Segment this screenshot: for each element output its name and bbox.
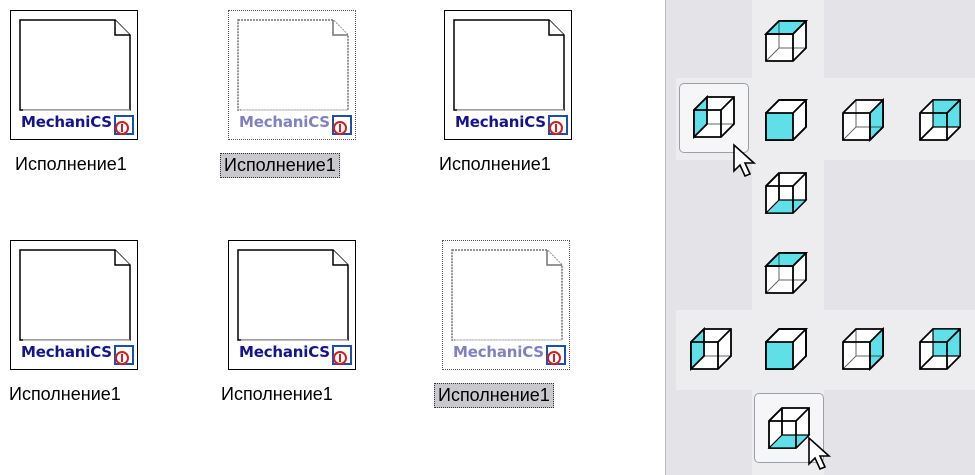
file-icon-frame: MechaniCS	[444, 10, 572, 140]
document-icon	[453, 19, 565, 111]
file-icon-frame: MechaniCS	[228, 240, 356, 370]
mechanics-logo-icon	[546, 345, 566, 365]
document-icon	[237, 249, 349, 341]
view-left-cube-icon	[693, 94, 735, 140]
file-tile[interactable]: MechaniCS Исполнение1	[10, 10, 180, 174]
view-front-cube-icon[interactable]	[763, 326, 809, 372]
view-left-cube-icon[interactable]	[688, 326, 734, 372]
file-icon-frame: MechaniCS	[10, 10, 138, 140]
brand-logo-text: MechaniCS	[453, 343, 544, 361]
brand-logo-text: MechaniCS	[21, 343, 112, 361]
brand-logo-text: MechaniCS	[455, 113, 546, 131]
file-caption: Исполнение1	[221, 384, 333, 404]
view-bottom-cube-icon[interactable]	[763, 170, 809, 216]
view-cube-panel	[666, 0, 975, 475]
view-top-cube-icon[interactable]	[763, 250, 809, 296]
brand-logo-text: MechaniCS	[239, 343, 330, 361]
mouse-cursor-icon	[808, 436, 832, 471]
file-tile[interactable]: MechaniCS Исполнение1	[221, 240, 398, 404]
document-icon	[451, 249, 563, 341]
mechanics-logo-icon	[332, 115, 352, 135]
view-top-cube-icon[interactable]	[763, 18, 809, 64]
mechanics-logo-icon	[114, 345, 134, 365]
view-right-cube-icon[interactable]	[840, 326, 886, 372]
document-icon	[19, 19, 131, 111]
file-icon-frame-selected: MechaniCS	[228, 10, 356, 140]
document-icon	[19, 249, 131, 341]
file-tile[interactable]: MechaniCS Исполнение1	[439, 10, 614, 174]
file-icon-frame: MechaniCS	[10, 240, 138, 370]
document-icon	[237, 19, 349, 111]
file-caption-selected: Исполнение1	[220, 153, 340, 178]
view-back-cube-icon[interactable]	[917, 326, 963, 372]
mechanics-logo-icon	[548, 115, 568, 135]
mechanics-logo-icon	[332, 345, 352, 365]
file-caption: Исполнение1	[439, 154, 551, 174]
brand-logo-text: MechaniCS	[239, 113, 330, 131]
file-tile[interactable]: MechaniCS Исполнение1	[9, 240, 180, 404]
file-tile[interactable]: MechaniCS Исполнение1	[220, 10, 398, 178]
file-caption: Исполнение1	[9, 384, 121, 404]
brand-logo-text: MechaniCS	[21, 113, 112, 131]
mouse-cursor-icon	[733, 143, 757, 178]
view-right-cube-icon[interactable]	[840, 97, 886, 143]
file-icon-frame-selected: MechaniCS	[442, 240, 570, 370]
view-front-cube-icon[interactable]	[763, 97, 809, 143]
file-tile[interactable]: MechaniCS Исполнение1	[434, 240, 612, 408]
mechanics-logo-icon	[114, 115, 134, 135]
view-bottom-cube-icon	[767, 407, 811, 449]
file-caption-selected: Исполнение1	[434, 383, 554, 408]
file-caption: Исполнение1	[15, 154, 127, 174]
icon-view-area: MechaniCS Исполнение1 MechaniCS Исполнен…	[0, 0, 665, 475]
view-back-cube-icon[interactable]	[917, 97, 963, 143]
